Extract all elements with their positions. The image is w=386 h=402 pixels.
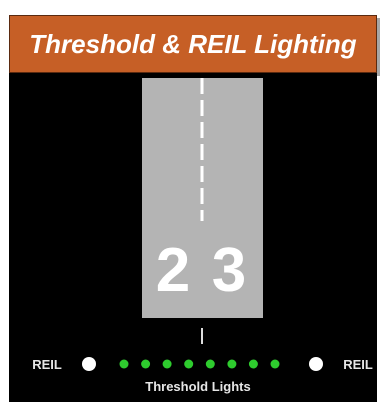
threshold-light [141, 359, 151, 369]
title-banner: Threshold & REIL Lighting [9, 15, 377, 73]
threshold-light [227, 359, 237, 369]
reil-label-right: REIL [343, 357, 373, 372]
reil-light-left [82, 357, 96, 371]
threshold-light [248, 359, 258, 369]
threshold-light [162, 359, 172, 369]
runway-designation-right-digit: 3 [212, 236, 246, 305]
threshold-lights-label: Threshold Lights [145, 379, 250, 394]
runway-diagram-svg: 2 3 REIL REIL Threshold Lights [32, 78, 373, 394]
threshold-light [205, 359, 215, 369]
threshold-light [184, 359, 194, 369]
threshold-light [119, 359, 129, 369]
threshold-light [270, 359, 280, 369]
threshold-lights-row [119, 359, 280, 369]
reil-label-left: REIL [32, 357, 62, 372]
runway-diagram: 2 3 REIL REIL Threshold Lights [9, 73, 377, 402]
runway-designation-left-digit: 2 [156, 236, 190, 305]
page-title: Threshold & REIL Lighting [29, 28, 357, 59]
reil-light-right [309, 357, 323, 371]
